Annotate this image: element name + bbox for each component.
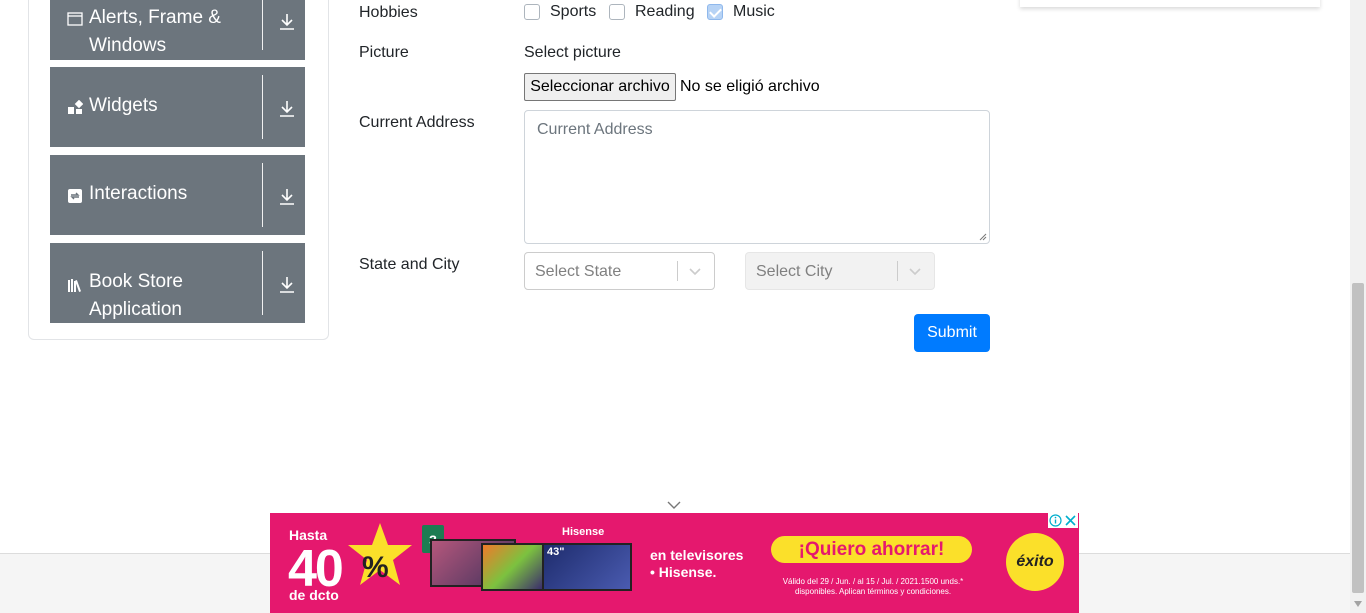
ad-banner[interactable]: Hasta 40 % de dcto 3 Hisense 43" en tele… — [270, 513, 1079, 613]
checkbox-box-checked[interactable] — [707, 4, 723, 20]
checkbox-label: Music — [733, 3, 775, 20]
banner-tagline-line2: • Hisense. — [650, 564, 717, 580]
sidebar-group-book-store[interactable]: Book Store Application — [50, 243, 305, 323]
banner-dcto-text: de dcto — [289, 587, 339, 603]
state-select[interactable]: Select State — [524, 252, 715, 290]
choose-file-button[interactable]: Seleccionar archivo — [524, 73, 676, 101]
checkbox-label: Reading — [635, 3, 695, 20]
sidebar-group-alerts[interactable]: Alerts, Frame & Windows — [50, 0, 305, 60]
ad-close-icon[interactable] — [1063, 513, 1078, 528]
textarea-placeholder: Current Address — [537, 121, 653, 138]
file-status-text: No se eligió archivo — [680, 78, 820, 95]
widgets-icon — [68, 100, 83, 114]
hobby-music-checkbox[interactable]: Music — [707, 3, 775, 21]
books-icon — [68, 279, 81, 292]
hobby-sports-checkbox[interactable]: Sports — [524, 3, 596, 21]
sidebar-group-label: Widgets — [89, 95, 158, 116]
divider — [262, 75, 263, 139]
sidebar-group-label: Alerts, Frame & Windows — [89, 7, 221, 56]
chevron-down-icon[interactable] — [908, 264, 922, 278]
city-placeholder: Select City — [756, 263, 833, 280]
banner-cta-button[interactable]: ¡Quiero ahorrar! — [771, 536, 972, 563]
checkbox-box[interactable] — [524, 4, 540, 20]
sidebar-group-label: Book Store Application — [89, 271, 183, 320]
resize-handle-icon[interactable] — [979, 233, 987, 241]
download-icon — [280, 101, 294, 117]
checkbox-box[interactable] — [609, 4, 625, 20]
banner-fine-print: Válido del 29 / Jun. / al 15 / Jul. / 20… — [782, 577, 964, 596]
city-select[interactable]: Select City — [745, 252, 935, 290]
page: Alerts, Frame & Windows Widgets Interact… — [0, 0, 1366, 613]
select-separator — [677, 261, 678, 281]
chevron-down-icon[interactable] — [666, 500, 682, 510]
sidebar-group-label: Interactions — [89, 183, 188, 204]
divider — [262, 251, 263, 315]
scrollbar-thumb[interactable] — [1352, 283, 1364, 593]
banner-tv-size: 43" — [547, 546, 565, 558]
window-icon — [67, 12, 83, 26]
banner-tagline: en televisores • Hisense. — [650, 547, 743, 581]
sidebar-group-interactions[interactable]: Interactions — [50, 155, 305, 235]
select-separator — [897, 261, 898, 281]
current-address-label: Current Address — [359, 114, 475, 131]
current-address-input[interactable]: Current Address — [524, 110, 990, 244]
state-city-label: State and City — [359, 256, 460, 273]
banner-percent: % — [362, 551, 389, 584]
divider — [262, 163, 263, 227]
download-icon — [280, 189, 294, 205]
tv-image — [481, 543, 545, 591]
chevron-down-icon[interactable] — [688, 264, 702, 278]
submit-button[interactable]: Submit — [914, 314, 990, 352]
select-picture-label: Select picture — [524, 44, 621, 61]
hobbies-label: Hobbies — [359, 4, 418, 21]
side-ad-frame — [1020, 0, 1320, 7]
ad-info-icon[interactable] — [1048, 513, 1063, 528]
state-placeholder: Select State — [535, 263, 622, 280]
checkbox-label: Sports — [550, 3, 597, 20]
banner-brand: Hisense — [562, 526, 605, 538]
picture-label: Picture — [359, 44, 409, 61]
scroll-down-arrow-icon[interactable] — [1353, 600, 1363, 608]
sidebar-group-widgets[interactable]: Widgets — [50, 67, 305, 147]
divider — [262, 0, 263, 50]
download-icon — [280, 14, 294, 30]
hobby-reading-checkbox[interactable]: Reading — [609, 3, 695, 21]
retailer-logo: éxito — [1006, 533, 1064, 591]
download-icon — [280, 277, 294, 293]
banner-tagline-line1: en televisores — [650, 547, 744, 563]
interactions-icon — [68, 189, 82, 203]
